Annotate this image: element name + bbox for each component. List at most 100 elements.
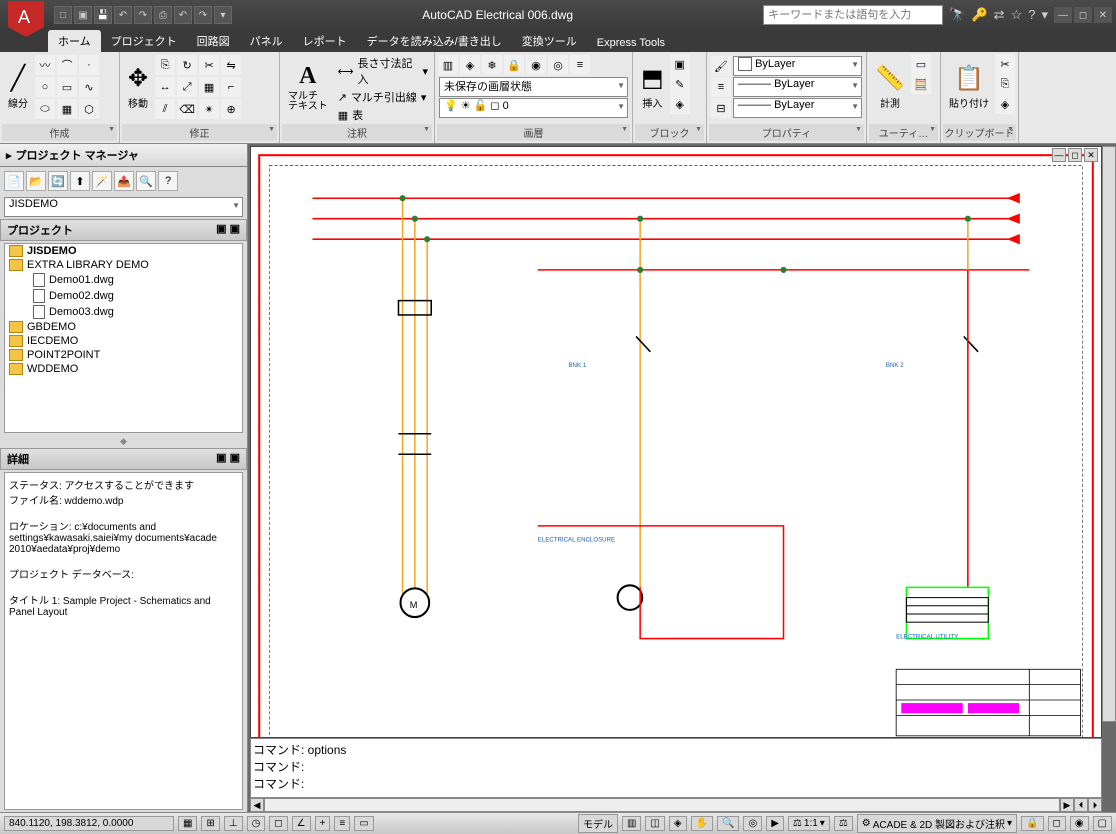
dot-icon[interactable]: · — [79, 55, 99, 75]
layer-iso-icon[interactable]: ◈ — [460, 55, 480, 75]
insert-button[interactable]: ⬒挿入 — [635, 54, 670, 120]
ortho-toggle[interactable]: ⊥ — [224, 816, 243, 831]
key-icon[interactable]: 🔑 — [971, 7, 987, 23]
circle-icon[interactable]: ○ — [35, 77, 55, 97]
vp-close-icon[interactable]: ✕ — [1084, 148, 1098, 162]
tab-express[interactable]: Express Tools — [587, 34, 675, 52]
layout-nav-icon[interactable]: ▥ — [622, 816, 641, 831]
multitext-button[interactable]: Aマルチ テキスト — [282, 54, 334, 120]
polar-toggle[interactable]: ◷ — [247, 816, 266, 831]
layer-match-icon[interactable]: ≡ — [570, 55, 590, 75]
hardware-accel-icon[interactable]: ◻ — [1048, 816, 1066, 831]
save-icon[interactable]: 💾 — [94, 6, 112, 24]
match-icon[interactable]: ◈ — [995, 94, 1015, 114]
table-button[interactable]: ▦表 — [334, 106, 432, 124]
dimension-button[interactable]: ⟷長さ寸法記入▾ — [334, 54, 432, 88]
zoom-icon[interactable]: 🔍 — [717, 816, 739, 831]
spline-icon[interactable]: ∿ — [79, 77, 99, 97]
array-icon[interactable]: ▦ — [199, 77, 219, 97]
join-icon[interactable]: ⊕ — [221, 99, 241, 119]
tree-p2p[interactable]: POINT2POINT — [5, 348, 242, 362]
hscroll-track[interactable] — [264, 798, 1060, 812]
block-edit-icon[interactable]: ✎ — [670, 74, 690, 94]
showmotion-icon[interactable]: ▶ — [766, 816, 784, 831]
cut-icon[interactable]: ✂ — [995, 54, 1015, 74]
layer-current-dropdown[interactable]: 💡 ☀ 🔓 ◻ 0 — [439, 98, 628, 118]
scale-icon[interactable]: ⤢ — [177, 77, 197, 97]
polyline-icon[interactable]: 〰 — [35, 55, 55, 75]
workspace-switch[interactable]: ⚙ACADE & 2D 製図および注釈▾ — [857, 814, 1017, 833]
pm-wizard-icon[interactable]: 🪄 — [92, 171, 112, 191]
pm-new-icon[interactable]: 📄 — [4, 171, 24, 191]
tree-wd[interactable]: WDDEMO — [5, 362, 242, 376]
lock-ui-icon[interactable]: 🔒 — [1021, 816, 1043, 831]
explode-icon[interactable]: ✴ — [199, 99, 219, 119]
binoculars-icon[interactable]: 🔭 — [949, 7, 965, 23]
undo-icon[interactable]: ↶ — [114, 6, 132, 24]
arc-icon[interactable]: ⌒ — [57, 55, 77, 75]
tab-home[interactable]: ホーム — [48, 30, 101, 52]
horizontal-scrollbar[interactable]: ◀ ▶ ⏴ ⏵ — [250, 798, 1102, 812]
tab-circuit[interactable]: 回路図 — [187, 30, 240, 52]
tab-project[interactable]: プロジェクト — [101, 30, 187, 52]
layer-off-icon[interactable]: ◉ — [526, 55, 546, 75]
grid-toggle[interactable]: ⊞ — [201, 816, 219, 831]
quickview-icon[interactable]: ◫ — [645, 816, 664, 831]
block-attr-icon[interactable]: ◈ — [670, 94, 690, 114]
favorite-icon[interactable]: ☆ — [1011, 7, 1023, 23]
tree-demo01[interactable]: Demo01.dwg — [5, 272, 242, 288]
select-icon[interactable]: ▭ — [911, 54, 931, 74]
lineweight-dropdown[interactable]: ——— ByLayer — [733, 77, 862, 97]
color-dropdown[interactable]: ByLayer — [733, 56, 862, 76]
layer-on-icon[interactable]: ◎ — [548, 55, 568, 75]
ellipse-icon[interactable]: ⬭ — [35, 99, 55, 119]
project-tree[interactable]: JISDEMO EXTRA LIBRARY DEMO Demo01.dwg De… — [4, 243, 243, 433]
move-button[interactable]: ✥移動 — [122, 54, 154, 120]
anno-vis-icon[interactable]: ⚖ — [834, 816, 853, 831]
project-section-header[interactable]: プロジェクト▣ ▣ — [0, 219, 247, 241]
scroll-left-icon[interactable]: ◀ — [250, 798, 264, 812]
close-icon[interactable]: ✕ — [1094, 7, 1112, 23]
tree-gb[interactable]: GBDEMO — [5, 320, 242, 334]
tab-convert[interactable]: 変換ツール — [512, 30, 587, 52]
polygon-icon[interactable]: ⬡ — [79, 99, 99, 119]
help-icon[interactable]: ? — [1028, 7, 1035, 23]
rect-icon[interactable]: ▭ — [57, 77, 77, 97]
erase-icon[interactable]: ⌫ — [177, 99, 197, 119]
measure-button[interactable]: 📏計測 — [869, 54, 911, 120]
tab-data[interactable]: データを読み込み/書き出し — [357, 30, 512, 52]
mleader-button[interactable]: ↗マルチ引出線▾ — [334, 88, 432, 106]
redo2-icon[interactable]: ↷ — [194, 6, 212, 24]
tree-iec[interactable]: IECDEMO — [5, 334, 242, 348]
print-icon[interactable]: ⎙ — [154, 6, 172, 24]
copy-icon[interactable]: ⎘ — [155, 55, 175, 75]
linetype-dropdown[interactable]: ——— ByLayer — [733, 98, 862, 118]
anno-scale[interactable]: ⚖ 1:1▾ — [788, 816, 830, 831]
status-coords[interactable]: 840.1120, 198.3812, 0.0000 — [4, 816, 174, 831]
nav-icon[interactable]: ◈ — [669, 816, 687, 831]
steering-icon[interactable]: ◎ — [743, 816, 762, 831]
model-space-button[interactable]: モデル — [578, 814, 618, 833]
layout-left-icon[interactable]: ⏴ — [1074, 798, 1088, 812]
lwt-toggle[interactable]: ≡ — [334, 816, 350, 831]
help-search-input[interactable] — [763, 5, 943, 25]
autocad-app-icon[interactable]: A — [4, 0, 48, 41]
splitter-grip[interactable]: ◆ — [0, 435, 247, 448]
redo-icon[interactable]: ↷ — [134, 6, 152, 24]
exchange-icon[interactable]: ⇄ — [994, 7, 1005, 23]
details-section-header[interactable]: 詳細▣ ▣ — [0, 448, 247, 470]
pm-open-icon[interactable]: 📂 — [26, 171, 46, 191]
tab-report[interactable]: レポート — [293, 30, 357, 52]
clean-screen-icon[interactable]: ▢ — [1093, 816, 1112, 831]
pm-publish-icon[interactable]: 📤 — [114, 171, 134, 191]
qat-more-icon[interactable]: ▾ — [214, 6, 232, 24]
layer-lock-icon[interactable]: 🔒 — [504, 55, 524, 75]
pm-refresh-icon[interactable]: 🔄 — [48, 171, 68, 191]
layout-right-icon[interactable]: ⏵ — [1088, 798, 1102, 812]
lineweight-icon[interactable]: ≡ — [711, 77, 731, 97]
project-combo[interactable]: JISDEMO — [4, 197, 243, 217]
vertical-scrollbar[interactable] — [1102, 146, 1116, 722]
hatch-icon[interactable]: ▦ — [57, 99, 77, 119]
open-icon[interactable]: ▣ — [74, 6, 92, 24]
linetype-icon[interactable]: ⊟ — [711, 98, 731, 118]
